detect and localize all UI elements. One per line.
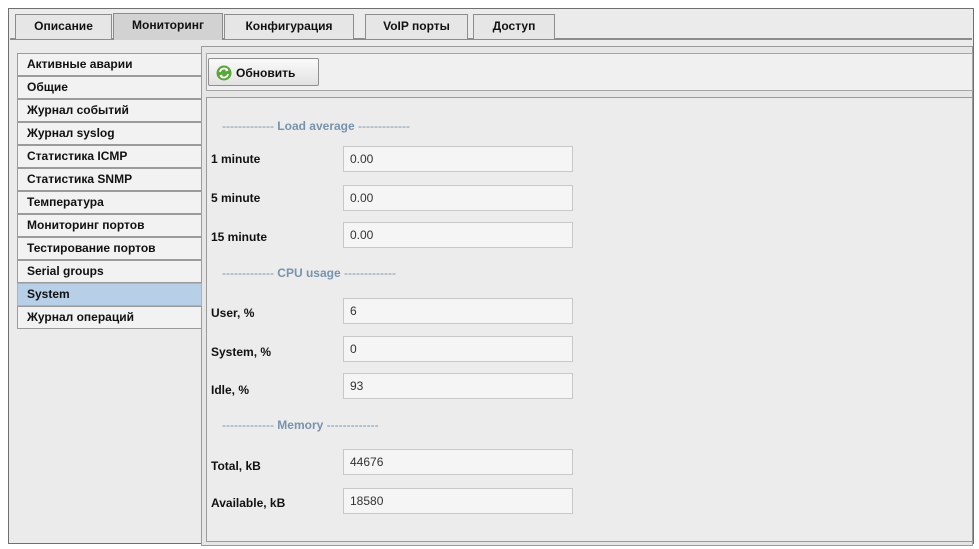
tab-monitoring[interactable]: Мониторинг — [113, 13, 223, 40]
sidebar-item-operations-log[interactable]: Журнал операций — [17, 306, 202, 329]
value-5-minute: 0.00 — [343, 185, 573, 211]
sidebar-item-icmp-stats[interactable]: Статистика ICMP — [17, 145, 202, 168]
system-panel — [206, 97, 973, 542]
label-total-memory: Total, kB — [211, 459, 261, 473]
sidebar-item-port-monitoring[interactable]: Мониторинг портов — [17, 214, 202, 237]
value-15-minute: 0.00 — [343, 222, 573, 248]
value-idle: 93 — [343, 373, 573, 399]
refresh-button[interactable]: Обновить — [208, 58, 319, 86]
sidebar-item-active-alarms[interactable]: Активные аварии — [17, 53, 202, 76]
tab-access[interactable]: Доступ — [473, 14, 555, 39]
tab-description[interactable]: Описание — [15, 14, 112, 39]
refresh-button-label: Обновить — [236, 66, 296, 80]
label-1-minute: 1 minute — [211, 152, 261, 166]
sidebar-item-syslog[interactable]: Журнал syslog — [17, 122, 202, 145]
tab-configuration[interactable]: Конфигурация — [224, 14, 354, 39]
value-1-minute: 0.00 — [343, 146, 573, 172]
value-system: 0 — [343, 336, 573, 362]
toolbar — [206, 53, 973, 91]
sidebar-item-event-log[interactable]: Журнал событий — [17, 99, 202, 122]
tab-voip-ports[interactable]: VoIP порты — [365, 14, 468, 39]
refresh-icon — [216, 65, 232, 81]
sidebar-menu: Активные аварии Общие Журнал событий Жур… — [17, 53, 202, 339]
section-title-cpu-usage: ------------- CPU usage ------------- — [222, 266, 396, 280]
sidebar-item-system[interactable]: System — [17, 283, 202, 306]
label-available-memory: Available, kB — [211, 496, 286, 510]
label-5-minute: 5 minute — [211, 191, 261, 205]
sidebar-item-snmp-stats[interactable]: Статистика SNMP — [17, 168, 202, 191]
value-user: 6 — [343, 298, 573, 324]
sidebar-item-port-testing[interactable]: Тестирование портов — [17, 237, 202, 260]
value-total-memory: 44676 — [343, 449, 573, 475]
label-user: User, % — [211, 306, 255, 320]
label-15-minute: 15 minute — [211, 230, 268, 244]
value-available-memory: 18580 — [343, 488, 573, 514]
label-idle: Idle, % — [211, 383, 250, 397]
label-system: System, % — [211, 345, 272, 359]
section-title-load-average: ------------- Load average ------------- — [222, 119, 410, 133]
sidebar-item-temperature[interactable]: Температура — [17, 191, 202, 214]
section-title-memory: ------------- Memory ------------- — [222, 418, 379, 432]
sidebar-item-general[interactable]: Общие — [17, 76, 202, 99]
sidebar-item-serial-groups[interactable]: Serial groups — [17, 260, 202, 283]
